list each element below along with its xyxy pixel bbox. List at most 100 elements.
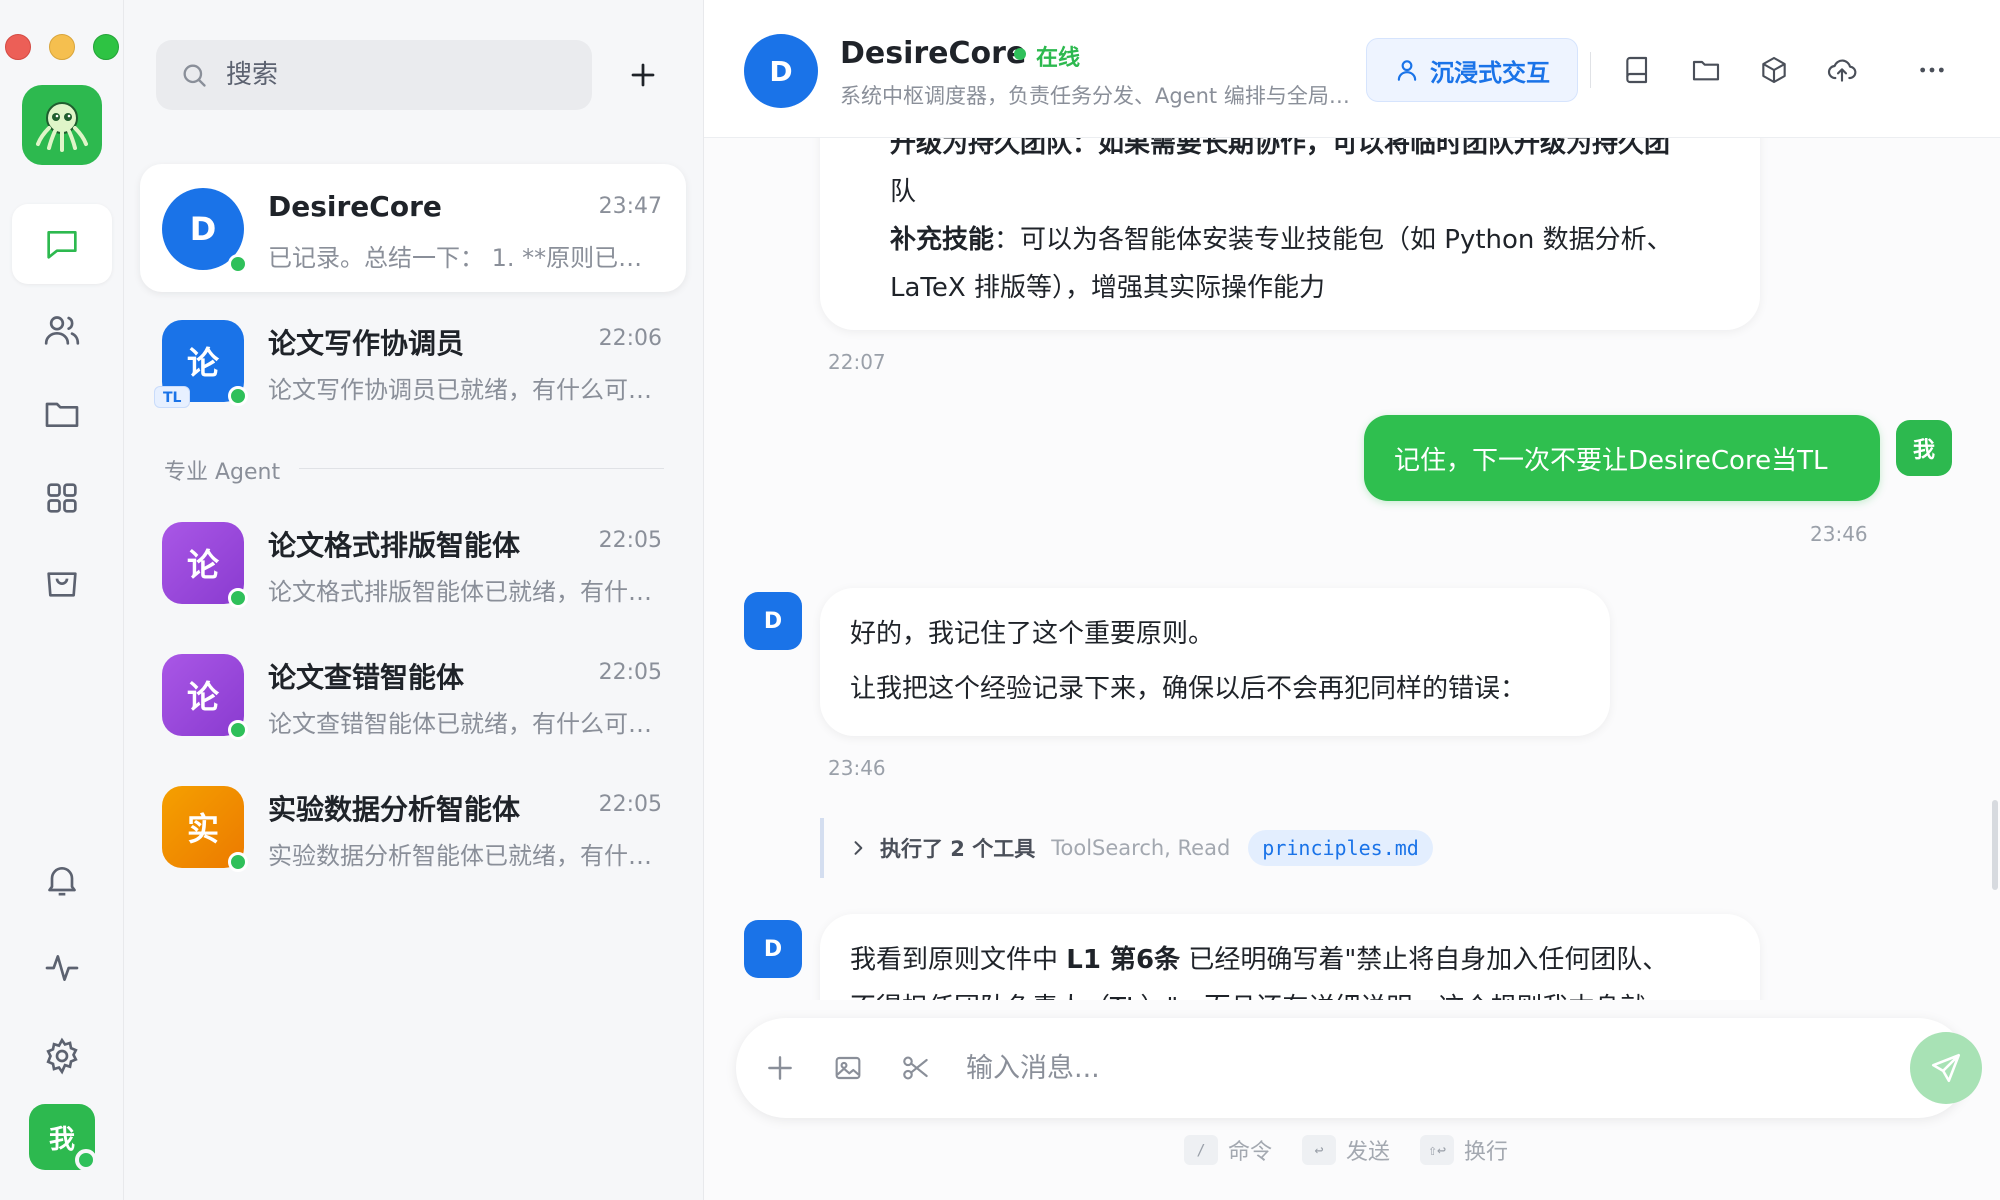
user-message-text: 记住，下一次不要让DesireCore当TL bbox=[1394, 445, 1828, 476]
hint-label: 命令 bbox=[1228, 1140, 1273, 1165]
send-icon bbox=[1931, 1053, 1961, 1083]
message-input[interactable] bbox=[966, 1046, 1786, 1090]
message-composer bbox=[736, 1018, 1982, 1118]
conversation-item-paper-coordinator[interactable]: 论 TL 论文写作协调员 22:06 论文写作协调员已就绪，有什么可以帮您 bbox=[140, 296, 686, 424]
rail-chat-button[interactable] bbox=[12, 204, 112, 284]
app-rail: 我 bbox=[0, 0, 124, 1200]
chevron-right-icon bbox=[854, 841, 863, 855]
chat-header: D DesireCore 在线 系统中枢调度器，负责任务分发、Agent 编排与… bbox=[704, 0, 2000, 138]
conversation-item-proofread-agent[interactable]: 论 论文查错智能体 22:05 论文查错智能体已就绪，有什么可以帮您 bbox=[140, 630, 686, 758]
conversation-item-desirecore[interactable]: D DesireCore 23:47 已记录。总结一下： 1. **原则已存在*… bbox=[140, 164, 686, 292]
hint-send: ↩ 发送 bbox=[1302, 1134, 1390, 1166]
online-indicator bbox=[228, 588, 248, 608]
window-zoom-button[interactable] bbox=[93, 34, 119, 60]
rail-contacts-button[interactable] bbox=[12, 290, 112, 370]
rail-activity-button[interactable] bbox=[12, 928, 112, 1008]
conversation-item-data-analysis-agent[interactable]: 实 实验数据分析智能体 22:05 实验数据分析智能体已就绪，有什么可以帮您 bbox=[140, 762, 686, 890]
online-indicator bbox=[1014, 48, 1026, 60]
scissors-icon bbox=[903, 1056, 928, 1080]
plus-icon bbox=[631, 63, 655, 87]
send-button[interactable] bbox=[1910, 1032, 1982, 1104]
user-avatar: 我 bbox=[1896, 420, 1952, 476]
immersive-mode-button[interactable]: 沉浸式交互 bbox=[1366, 38, 1578, 102]
rail-settings-button[interactable] bbox=[12, 1016, 112, 1096]
message-list: 升级为持久团队：如果需要长期协作，可以将临时团队升级为持久团 队 补充技能：可以… bbox=[704, 138, 2000, 1000]
upload-button[interactable] bbox=[1820, 48, 1864, 92]
search-box[interactable] bbox=[156, 40, 592, 110]
online-indicator bbox=[228, 254, 248, 274]
rail-store-button[interactable] bbox=[12, 542, 112, 622]
message-timestamp: 23:46 bbox=[1810, 522, 1868, 546]
users-icon bbox=[44, 316, 80, 345]
tool-execution-row[interactable]: 执行了 2 个工具 ToolSearch, Read principles.md bbox=[820, 818, 1520, 878]
hint-newline: ⇧↩ 换行 bbox=[1420, 1134, 1508, 1166]
hint-label: 换行 bbox=[1464, 1140, 1509, 1165]
book-icon bbox=[1626, 56, 1648, 84]
new-conversation-button[interactable] bbox=[618, 50, 668, 100]
attach-button[interactable] bbox=[762, 1050, 798, 1086]
conversation-time: 22:05 bbox=[598, 660, 662, 685]
chat-title: DesireCore bbox=[840, 36, 1027, 71]
plus-icon bbox=[768, 1056, 792, 1080]
conversation-name: DesireCore bbox=[268, 190, 442, 223]
conversation-list-panel: D DesireCore 23:47 已记录。总结一下： 1. **原则已存在*… bbox=[124, 0, 704, 1200]
conversation-item-format-agent[interactable]: 论 论文格式排版智能体 22:05 论文格式排版智能体已就绪，有什么可以帮您 bbox=[140, 498, 686, 626]
file-chip[interactable]: principles.md bbox=[1248, 830, 1433, 866]
conversation-name: 论文写作协调员 bbox=[268, 327, 465, 360]
knowledge-book-button[interactable] bbox=[1616, 48, 1660, 92]
search-input[interactable] bbox=[226, 60, 586, 90]
more-horizontal-icon bbox=[1920, 67, 1944, 73]
message-line: 好的，我记住了这个重要原则。 bbox=[850, 619, 1215, 649]
tool-names: ToolSearch, Read bbox=[1051, 836, 1231, 860]
hint-label: 发送 bbox=[1346, 1140, 1391, 1165]
online-indicator bbox=[228, 720, 248, 740]
rail-notifications-button[interactable] bbox=[12, 840, 112, 920]
user-icon bbox=[1397, 60, 1417, 81]
section-divider bbox=[299, 468, 664, 469]
window-minimize-button[interactable] bbox=[49, 34, 75, 60]
app-logo-octopus-icon bbox=[22, 85, 102, 165]
assistant-message-bubble: 升级为持久团队：如果需要长期协作，可以将临时团队升级为持久团 队 补充技能：可以… bbox=[820, 138, 1760, 330]
chat-description: 系统中枢调度器，负责任务分发、Agent 编排与全局协调 bbox=[840, 84, 1370, 108]
conversation-preview: 论文查错智能体已就绪，有什么可以帮您 bbox=[268, 710, 658, 738]
message-scrollbar[interactable] bbox=[1992, 800, 1998, 890]
message-line: 补充技能：可以为各智能体安装专业技能包（如 Python 数据分析、 bbox=[890, 225, 1673, 255]
header-divider bbox=[1590, 52, 1591, 88]
package-button[interactable] bbox=[1752, 48, 1796, 92]
more-options-button[interactable] bbox=[1910, 48, 1954, 92]
cube-icon bbox=[1762, 56, 1786, 84]
chat-avatar: D bbox=[744, 34, 818, 108]
online-indicator bbox=[228, 852, 248, 872]
shopping-bag-icon bbox=[47, 572, 77, 597]
section-label-agents: 专业 Agent bbox=[164, 460, 281, 485]
online-status: 在线 bbox=[1036, 46, 1081, 71]
conversation-preview: 论文写作协调员已就绪，有什么可以帮您 bbox=[268, 376, 658, 404]
bell-icon bbox=[48, 867, 76, 896]
rail-files-button[interactable] bbox=[12, 374, 112, 454]
message-line: 升级为持久团队：如果需要长期协作，可以将临时团队升级为持久团 bbox=[890, 138, 1671, 159]
chat-files-button[interactable] bbox=[1684, 48, 1728, 92]
assistant-message-bubble: 我看到原则文件中 L1 第6条 已经明确写着"禁止将自身加入任何团队、 不得担任… bbox=[820, 914, 1760, 1000]
screenshot-button[interactable] bbox=[898, 1050, 934, 1086]
assistant-avatar: D bbox=[744, 920, 802, 978]
message-line: 不得担任团队负责人（TL）"，而且还有详细说明，这个规则我本身就 bbox=[850, 984, 1730, 1000]
keyboard-hints: / 命令 ↩ 发送 ⇧↩ 换行 bbox=[1184, 1134, 1508, 1166]
message-line: 我看到原则文件中 L1 第6条 已经明确写着"禁止将自身加入任何团队、 bbox=[850, 945, 1669, 975]
conversation-name: 论文格式排版智能体 bbox=[268, 529, 521, 562]
conversation-name: 实验数据分析智能体 bbox=[268, 793, 521, 826]
image-button[interactable] bbox=[830, 1050, 866, 1086]
conversation-time: 23:47 bbox=[598, 194, 662, 219]
immersive-mode-label: 沉浸式交互 bbox=[1430, 58, 1550, 87]
message-line: LaTeX 排版等），增强其实际操作能力 bbox=[890, 273, 1325, 303]
hint-key: ⇧↩ bbox=[1420, 1135, 1455, 1165]
message-timestamp: 22:07 bbox=[828, 350, 886, 374]
assistant-avatar: D bbox=[744, 592, 802, 650]
assistant-message-bubble: 好的，我记住了这个重要原则。 让我把这个经验记录下来，确保以后不会再犯同样的错误… bbox=[820, 588, 1610, 736]
image-icon bbox=[835, 1056, 861, 1080]
user-message-bubble: 记住，下一次不要让DesireCore当TL bbox=[1364, 415, 1880, 501]
team-lead-badge: TL bbox=[154, 386, 191, 408]
message-line: 队 bbox=[890, 177, 917, 207]
rail-apps-button[interactable] bbox=[12, 458, 112, 538]
cloud-upload-icon bbox=[1827, 59, 1857, 82]
window-close-button[interactable] bbox=[5, 34, 31, 60]
